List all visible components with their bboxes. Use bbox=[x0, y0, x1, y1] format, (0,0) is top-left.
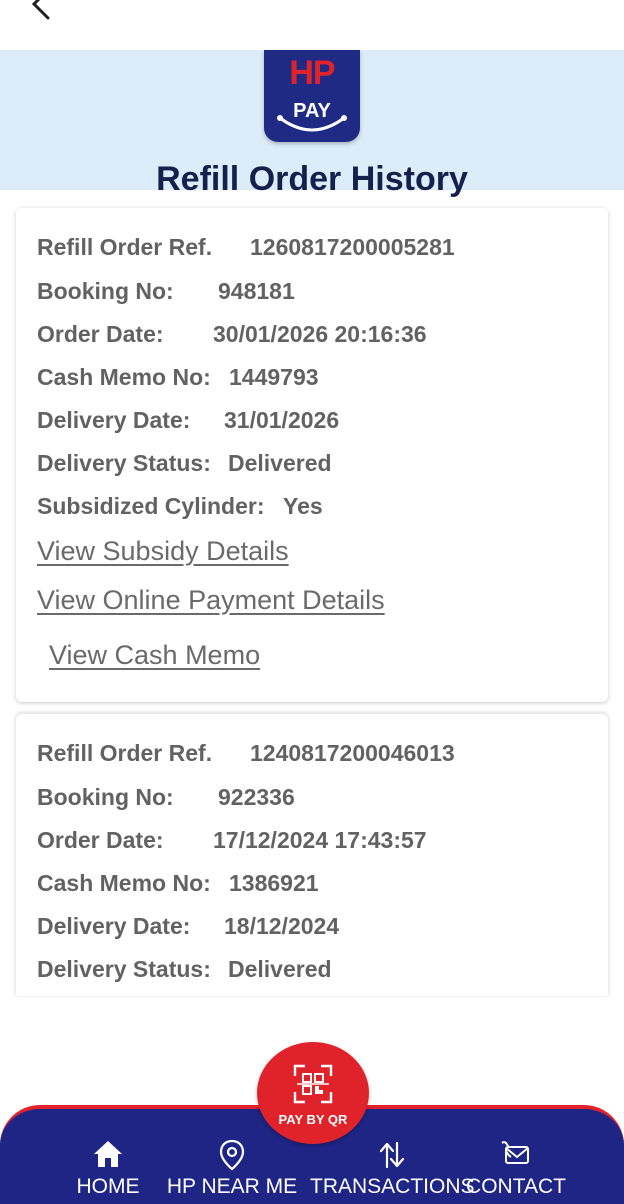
cash-memo-row: Cash Memo No: 1386921 bbox=[37, 870, 319, 897]
order-date-label: Order Date: bbox=[37, 321, 164, 347]
pay-by-qr-label: PAY BY QR bbox=[278, 1112, 348, 1127]
qr-scan-icon bbox=[293, 1064, 333, 1104]
cash-memo-label: Cash Memo No: bbox=[37, 870, 211, 896]
top-bar bbox=[0, 0, 624, 50]
nav-home-label: HOME bbox=[76, 1175, 140, 1198]
page-title: Refill Order History bbox=[156, 160, 468, 198]
cash-memo-value: 1386921 bbox=[229, 870, 319, 896]
location-pin-icon bbox=[219, 1139, 245, 1171]
refill-ref-value: 1240817200046013 bbox=[250, 740, 455, 766]
order-date-row: Order Date: 17/12/2024 17:43:57 bbox=[37, 827, 427, 854]
view-online-payment-details-link[interactable]: View Online Payment Details bbox=[37, 585, 385, 616]
delivery-date-label: Delivery Date: bbox=[37, 407, 191, 433]
booking-no-row: Booking No: 948181 bbox=[37, 278, 295, 305]
order-date-value: 17/12/2024 17:43:57 bbox=[213, 827, 427, 853]
nav-contact-label: CONTACT bbox=[466, 1175, 566, 1198]
phone-mail-icon bbox=[501, 1141, 529, 1164]
refill-ref-value: 1260817200005281 bbox=[250, 234, 455, 260]
booking-no-row: Booking No: 922336 bbox=[37, 784, 295, 811]
hp-pay-logo: HP PAY bbox=[264, 50, 360, 142]
back-arrow-icon[interactable] bbox=[22, 0, 62, 26]
subsidized-row: Subsidized Cylinder: Yes bbox=[37, 493, 323, 520]
order-card: Refill Order Ref. 1240817200046013 Booki… bbox=[16, 714, 608, 996]
order-date-value: 30/01/2026 20:16:36 bbox=[213, 321, 427, 347]
delivery-status-row: Delivery Status: Delivered bbox=[37, 956, 332, 983]
delivery-status-label: Delivery Status: bbox=[37, 450, 211, 476]
delivery-date-label: Delivery Date: bbox=[37, 913, 191, 939]
booking-no-value: 922336 bbox=[218, 784, 295, 810]
booking-no-value: 948181 bbox=[218, 278, 295, 304]
order-date-label: Order Date: bbox=[37, 827, 164, 853]
order-date-row: Order Date: 30/01/2026 20:16:36 bbox=[37, 321, 427, 348]
delivery-status-value: Delivered bbox=[228, 956, 332, 982]
logo-smile-icon bbox=[277, 115, 347, 132]
page-header: HP PAY Refill Order History bbox=[0, 50, 624, 198]
delivery-date-row: Delivery Date: 18/12/2024 bbox=[37, 913, 339, 940]
refill-ref-label: Refill Order Ref. bbox=[37, 234, 213, 260]
booking-no-label: Booking No: bbox=[37, 278, 174, 304]
nav-hp-near-me-label: HP NEAR ME bbox=[166, 1175, 298, 1198]
subsidized-value: Yes bbox=[283, 493, 323, 519]
subsidized-label: Subsidized Cylinder: bbox=[37, 493, 265, 519]
transfer-arrows-icon bbox=[379, 1141, 405, 1169]
cash-memo-value: 1449793 bbox=[229, 364, 319, 390]
delivery-date-value: 18/12/2024 bbox=[224, 913, 340, 939]
home-icon bbox=[94, 1141, 122, 1167]
view-subsidy-details-link[interactable]: View Subsidy Details bbox=[37, 536, 289, 567]
delivery-date-value: 31/01/2026 bbox=[224, 407, 340, 433]
delivery-status-label: Delivery Status: bbox=[37, 956, 211, 982]
delivery-status-row: Delivery Status: Delivered bbox=[37, 450, 332, 477]
refill-ref-row: Refill Order Ref. 1240817200046013 bbox=[37, 740, 455, 767]
delivery-date-row: Delivery Date: 31/01/2026 bbox=[37, 407, 339, 434]
refill-ref-label: Refill Order Ref. bbox=[37, 740, 213, 766]
delivery-status-value: Delivered bbox=[228, 450, 332, 476]
refill-ref-row: Refill Order Ref. 1260817200005281 bbox=[37, 234, 455, 261]
booking-no-label: Booking No: bbox=[37, 784, 174, 810]
logo-hp-text: HP bbox=[289, 54, 335, 92]
order-card: Refill Order Ref. 1260817200005281 Booki… bbox=[16, 208, 608, 702]
cash-memo-row: Cash Memo No: 1449793 bbox=[37, 364, 319, 391]
view-cash-memo-link[interactable]: View Cash Memo bbox=[49, 640, 260, 671]
pay-by-qr-button[interactable]: PAY BY QR bbox=[257, 1042, 369, 1144]
nav-transactions-label: TRANSACTIONS bbox=[310, 1175, 475, 1198]
cash-memo-label: Cash Memo No: bbox=[37, 364, 211, 390]
